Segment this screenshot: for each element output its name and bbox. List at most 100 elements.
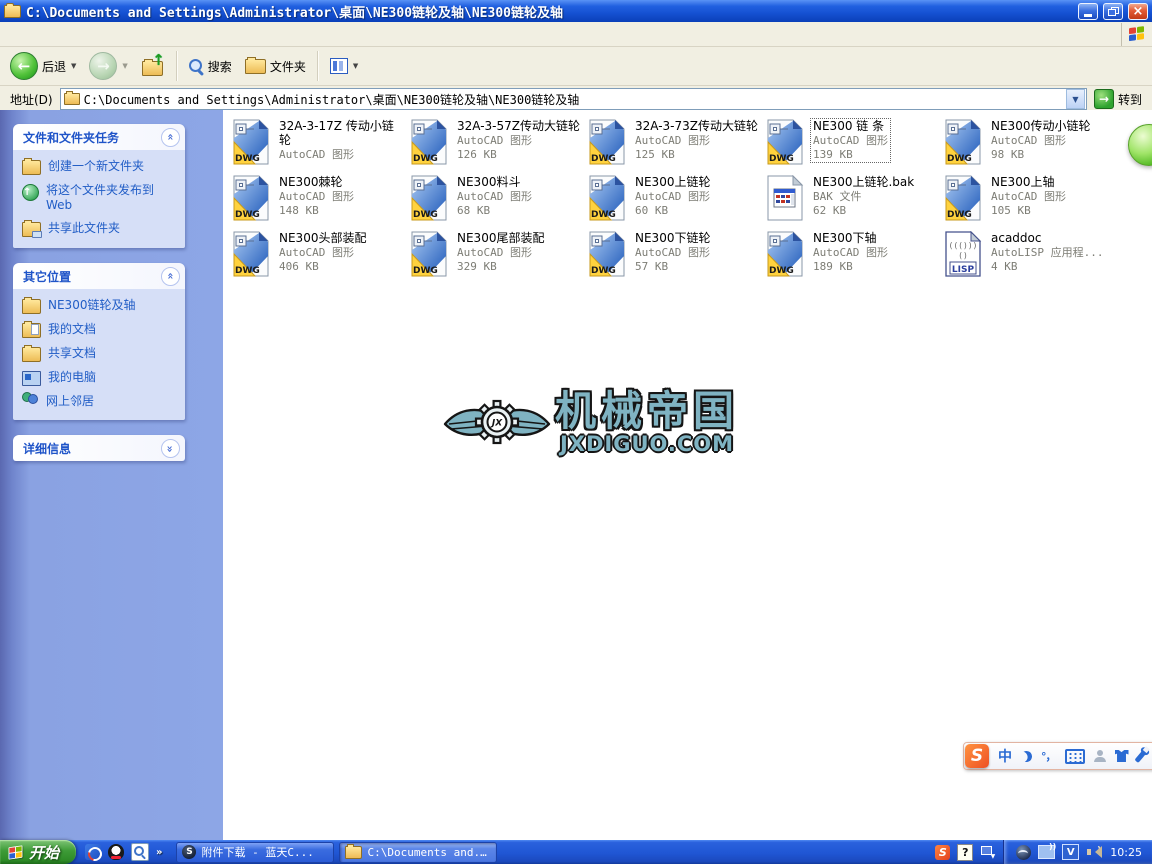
globe-tray-icon[interactable] — [1016, 845, 1031, 860]
views-button[interactable]: ▼ — [326, 56, 362, 76]
ime-language-toggle[interactable]: 中 — [998, 746, 1012, 766]
file-list-area[interactable]: DWG ((())) () — [223, 110, 1152, 840]
file-tile[interactable]: DWG ((())) () — [587, 230, 765, 286]
file-tasks-panel-header[interactable]: 文件和文件夹任务 » — [13, 124, 185, 150]
menu-item[interactable] — [84, 31, 104, 37]
lisp-file-icon: ((())) () LISP — [944, 231, 982, 277]
sidebar-place-item[interactable]: 我的文档 — [22, 322, 179, 338]
menu-item[interactable] — [64, 31, 84, 37]
ime-skin-icon[interactable] — [1115, 750, 1129, 762]
address-dropdown-button[interactable]: ▼ — [1066, 89, 1085, 109]
sidebar-place-item[interactable]: 共享文档 — [22, 346, 179, 362]
menu-item[interactable] — [24, 31, 44, 37]
file-tile[interactable]: DWG ((())) () — [943, 118, 1121, 174]
v-app-tray-icon[interactable]: V — [1062, 844, 1079, 860]
file-name: acaddoc — [991, 232, 1103, 246]
file-tile[interactable]: DWG ((())) () — [409, 174, 587, 230]
quick-launch-search-icon[interactable] — [131, 843, 149, 861]
collapse-panel-button[interactable]: » — [161, 128, 180, 147]
file-name: NE300下轴 — [813, 232, 888, 246]
other-places-panel-body: NE300链轮及轴 我的文档 共享文档 我的电脑 网上邻居 — [13, 289, 185, 420]
collapse-panel-button[interactable]: » — [161, 267, 180, 286]
file-type-icon: DWG ((())) () — [766, 119, 804, 165]
window-title-bar: C:\Documents and Settings\Administrator\… — [0, 0, 1152, 22]
menu-items — [4, 31, 124, 37]
file-size: 57 KB — [635, 260, 710, 274]
sidebar-task-item[interactable]: 共享此文件夹 — [22, 221, 179, 237]
hide-icons-chevron-icon[interactable] — [980, 845, 994, 860]
toolbar-separator — [176, 51, 178, 81]
qq-icon[interactable] — [108, 844, 124, 860]
svg-text:DWG: DWG — [947, 210, 972, 220]
sogou-tray-icon[interactable]: S — [935, 845, 950, 860]
restore-button[interactable] — [1103, 3, 1123, 20]
sidebar-task-item[interactable]: 创建一个新文件夹 — [22, 159, 179, 175]
volume-tray-icon[interactable]: ) — [1086, 845, 1101, 859]
ime-soft-keyboard-icon[interactable] — [1065, 749, 1085, 764]
forward-button[interactable]: → ▼ — [85, 50, 131, 82]
svg-text:DWG: DWG — [235, 266, 260, 276]
quick-launch-app-icon[interactable] — [85, 844, 101, 860]
address-input[interactable]: C:\Documents and Settings\Administrator\… — [60, 88, 1087, 110]
details-panel-header[interactable]: 详细信息 » — [13, 435, 185, 461]
toolbar: ← 后退 ▼ → ▼ ↑ 搜索 文件夹 ▼ — [0, 47, 1152, 86]
close-button[interactable]: × — [1128, 3, 1148, 20]
sogou-logo-icon[interactable]: S — [965, 744, 989, 768]
menu-bar — [0, 22, 1152, 47]
file-text-block: NE300下链轮 AutoCAD 图形 57 KB — [633, 231, 712, 274]
tray-clock[interactable]: 10:25 — [1110, 846, 1142, 859]
expand-panel-button[interactable]: » — [161, 439, 180, 458]
search-button[interactable]: 搜索 — [185, 56, 236, 77]
ime-account-icon[interactable] — [1094, 750, 1106, 762]
quick-launch-more-chevron[interactable]: » — [156, 847, 162, 858]
file-tile[interactable]: DWG ((())) () — [409, 230, 587, 286]
taskbar-window-button[interactable]: C:\Documents and... — [339, 842, 497, 863]
network-monitor-tray-icon[interactable] — [1038, 845, 1055, 859]
file-tile[interactable]: DWG ((())) () — [765, 118, 943, 174]
file-type-icon: DWG ((())) () — [944, 119, 982, 165]
ime-fullwidth-moon-icon[interactable] — [1020, 749, 1034, 763]
views-dropdown-icon[interactable]: ▼ — [353, 62, 358, 70]
file-tile[interactable]: DWG ((())) () — [231, 230, 409, 286]
place-item-label: NE300链轮及轴 — [48, 298, 135, 313]
file-tile[interactable]: DWG ((())) () — [409, 118, 587, 174]
other-places-panel-header[interactable]: 其它位置 » — [13, 263, 185, 289]
taskbar-window-button[interactable]: S 附件下载 - 蓝天C... — [176, 842, 334, 863]
file-type-icon: DWG ((())) () — [766, 175, 804, 221]
watermark-title: 机械帝国 — [555, 391, 739, 432]
task-pane-sidebar: 文件和文件夹任务 » 创建一个新文件夹 将这个文件夹发布到 Web 共享此文件夹… — [0, 110, 223, 840]
file-tile[interactable]: DWG ((())) () — [231, 174, 409, 230]
sidebar-place-item[interactable]: 我的电脑 — [22, 370, 179, 386]
folders-button[interactable]: 文件夹 — [241, 56, 310, 77]
sidebar-task-item[interactable]: 将这个文件夹发布到 Web — [22, 183, 179, 213]
task-item-label: 共享此文件夹 — [48, 221, 120, 236]
file-tile[interactable]: DWG ((())) () — [587, 118, 765, 174]
go-button[interactable]: → 转到 — [1087, 89, 1149, 109]
file-tile[interactable]: DWG ((())) () — [943, 230, 1121, 286]
ime-settings-wrench-icon[interactable] — [1134, 749, 1146, 762]
file-tile[interactable]: DWG ((())) () — [765, 174, 943, 230]
menu-item[interactable] — [104, 31, 124, 37]
file-type-icon: DWG ((())) () — [588, 231, 626, 277]
back-button[interactable]: ← 后退 ▼ — [6, 50, 80, 82]
file-tile[interactable]: DWG ((())) () — [943, 174, 1121, 230]
menu-item[interactable] — [4, 31, 24, 37]
forward-dropdown-icon[interactable]: ▼ — [122, 62, 127, 70]
start-button[interactable]: 开始 — [0, 840, 76, 864]
minimize-button[interactable] — [1078, 3, 1098, 20]
file-tile[interactable]: DWG ((())) () — [587, 174, 765, 230]
file-name: NE300上轴 — [991, 176, 1066, 190]
up-button[interactable]: ↑ — [137, 53, 169, 79]
folders-icon — [245, 59, 266, 74]
menu-item[interactable] — [44, 31, 64, 37]
ime-punctuation-toggle[interactable]: °， — [1041, 748, 1056, 764]
file-tile[interactable]: DWG ((())) () — [765, 230, 943, 286]
search-label: 搜索 — [208, 58, 232, 75]
file-tile[interactable]: DWG ((())) () — [231, 118, 409, 174]
dwg-file-icon: DWG — [944, 119, 982, 165]
back-dropdown-icon[interactable]: ▼ — [71, 62, 76, 70]
sidebar-place-item[interactable]: 网上邻居 — [22, 394, 179, 409]
help-tray-icon[interactable]: ? — [957, 844, 973, 861]
sidebar-place-item[interactable]: NE300链轮及轴 — [22, 298, 179, 314]
file-text-block: NE300 链 条 AutoCAD 图形 139 KB — [811, 119, 890, 162]
